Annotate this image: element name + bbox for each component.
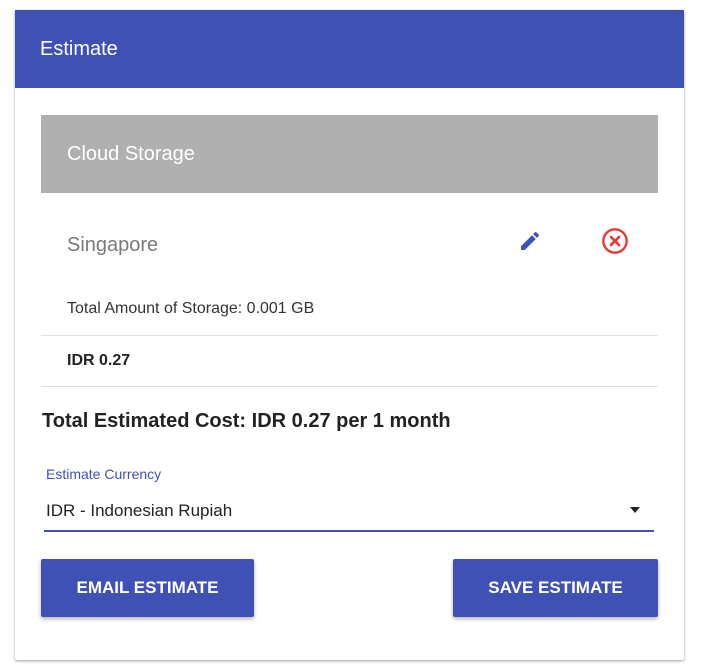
divider — [41, 335, 658, 336]
item-cost: IDR 0.27 — [67, 352, 131, 369]
divider — [41, 386, 658, 387]
currency-selected-value: IDR - Indonesian Rupiah — [46, 501, 233, 520]
card-title: Estimate — [40, 38, 118, 60]
currency-select[interactable]: IDR - Indonesian Rupiah — [44, 490, 654, 532]
service-name: Cloud Storage — [67, 143, 195, 165]
email-estimate-button[interactable]: EMAIL ESTIMATE — [41, 559, 254, 617]
storage-amount: Total Amount of Storage: 0.001 GB — [67, 300, 315, 317]
estimate-card: Estimate Cloud Storage Singapore Total A… — [15, 10, 684, 660]
currency-field-label: Estimate Currency — [46, 466, 162, 482]
remove-button[interactable] — [597, 223, 633, 259]
total-estimated-cost: Total Estimated Cost: IDR 0.27 per 1 mon… — [42, 410, 451, 432]
dropdown-arrow-icon — [630, 507, 640, 513]
close-circle-icon — [602, 228, 628, 254]
pencil-icon — [521, 231, 540, 250]
region-label: Singapore — [67, 234, 159, 256]
card-header: Estimate — [15, 10, 684, 88]
service-section-header: Cloud Storage — [41, 115, 658, 193]
edit-button[interactable] — [512, 223, 548, 259]
save-estimate-button[interactable]: SAVE ESTIMATE — [453, 559, 658, 617]
